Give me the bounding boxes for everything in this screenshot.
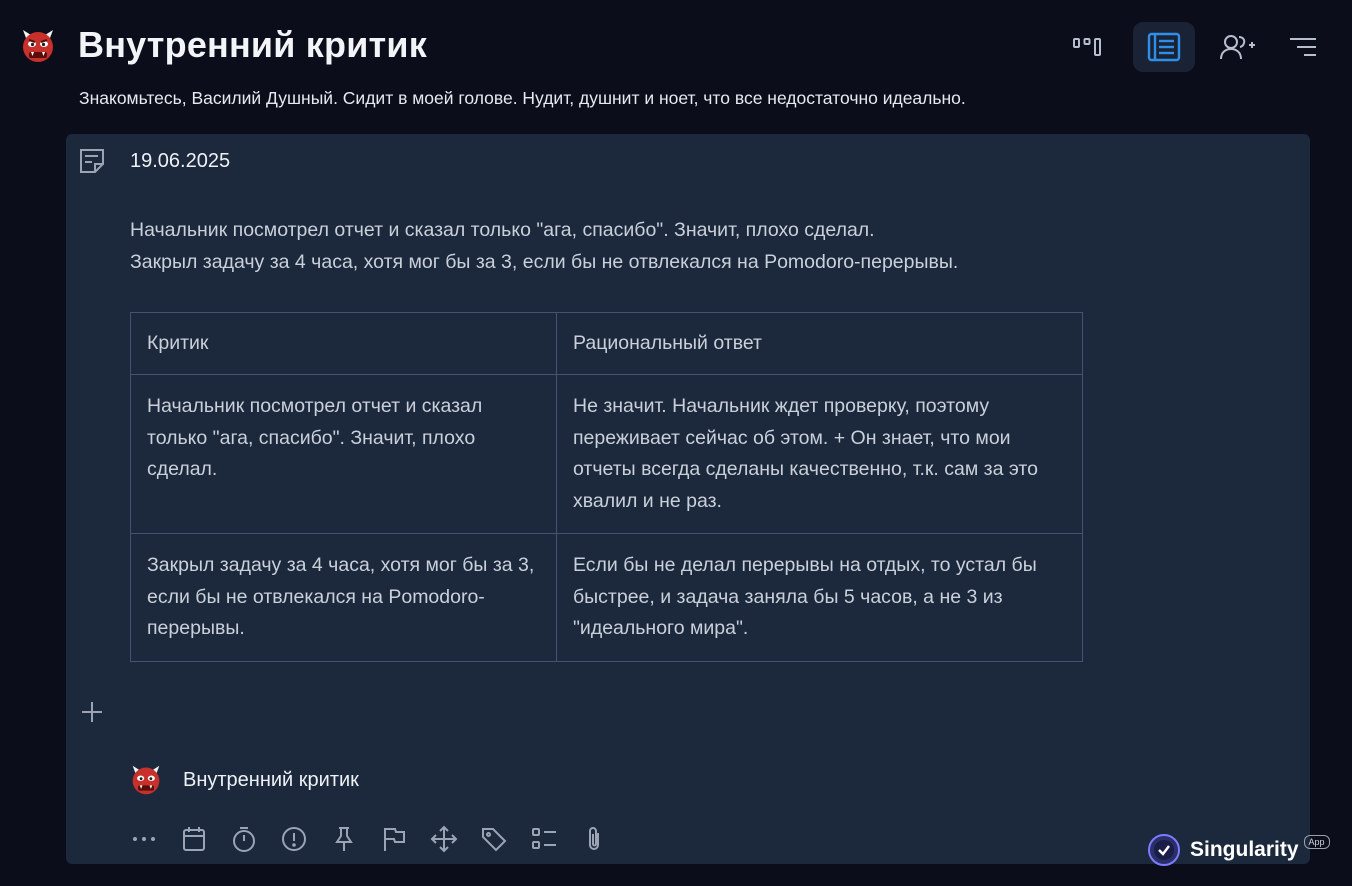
list-view-icon (1147, 32, 1181, 62)
add-user-icon (1220, 35, 1255, 60)
page-title: Внутренний критик (78, 24, 427, 65)
note-text[interactable]: Начальник посмотрел отчет и сказал тольк… (130, 214, 958, 278)
table-cell[interactable]: Если бы не делал перерывы на отдых, то у… (556, 533, 1083, 662)
note-line: Закрыл задачу за 4 часа, хотя мог бы за … (130, 251, 959, 273)
timer-button[interactable] (230, 823, 280, 855)
attachment-icon (589, 827, 599, 850)
tag-button[interactable] (480, 823, 530, 855)
singularity-logo-icon (1148, 834, 1180, 866)
timer-icon (233, 827, 255, 852)
move-icon (430, 825, 458, 853)
plus-icon (82, 702, 102, 722)
brand-watermark: Singularity App (1148, 833, 1330, 867)
table-cell[interactable]: Не значит. Начальник ждет проверку, поэт… (556, 374, 1083, 534)
flag-icon (384, 828, 405, 851)
kanban-view-button[interactable] (1056, 22, 1118, 72)
calendar-icon (183, 827, 205, 851)
table-header-cell: Рациональный ответ (556, 312, 1083, 375)
kanban-view-icon (1073, 38, 1101, 56)
priority-button[interactable] (280, 823, 330, 855)
table-header-row: Критик Рациональный ответ (130, 312, 1083, 375)
ogre-icon (130, 764, 162, 796)
priority-icon (282, 827, 306, 851)
more-button[interactable] (130, 823, 180, 855)
pin-icon (335, 827, 353, 851)
add-user-button[interactable] (1206, 22, 1268, 72)
tag-icon (482, 828, 507, 852)
note-icon (78, 147, 106, 175)
brand-name: Singularity (1190, 838, 1299, 861)
critic-table[interactable]: Критик Рациональный ответ Начальник посм… (130, 312, 1083, 662)
move-button[interactable] (430, 823, 480, 855)
note-line: Начальник посмотрел отчет и сказал тольк… (130, 219, 875, 241)
list-view-button[interactable] (1133, 22, 1195, 72)
table-cell[interactable]: Закрыл задачу за 4 часа, хотя мог бы за … (130, 533, 557, 662)
task-toolbar (130, 823, 630, 855)
project-name[interactable]: Внутренний критик (183, 769, 359, 792)
brand-badge: App (1303, 835, 1330, 849)
sort-filter-button[interactable] (1272, 22, 1334, 72)
flag-button[interactable] (380, 823, 430, 855)
table-cell[interactable]: Начальник посмотрел отчет и сказал тольк… (130, 374, 557, 534)
checklist-icon (532, 828, 556, 849)
checklist-button[interactable] (530, 823, 580, 855)
ogre-icon (20, 28, 56, 64)
sort-filter-icon (1290, 38, 1316, 56)
table-row: Закрыл задачу за 4 часа, хотя мог бы за … (130, 533, 1083, 662)
more-icon (133, 837, 155, 841)
pin-button[interactable] (330, 823, 380, 855)
note-card[interactable]: 19.06.2025 Начальник посмотрел отчет и с… (66, 134, 1310, 864)
table-header-cell: Критик (130, 312, 557, 375)
calendar-button[interactable] (180, 823, 230, 855)
attachment-button[interactable] (580, 823, 630, 855)
add-block-button[interactable] (80, 700, 104, 724)
note-date: 19.06.2025 (130, 150, 231, 172)
page-subtitle: Знакомьтесь, Василий Душный. Сидит в мое… (79, 88, 966, 108)
table-row: Начальник посмотрел отчет и сказал тольк… (130, 374, 1083, 534)
page-header: Внутренний критик Знакомьтесь, Василий Д… (0, 0, 1352, 130)
